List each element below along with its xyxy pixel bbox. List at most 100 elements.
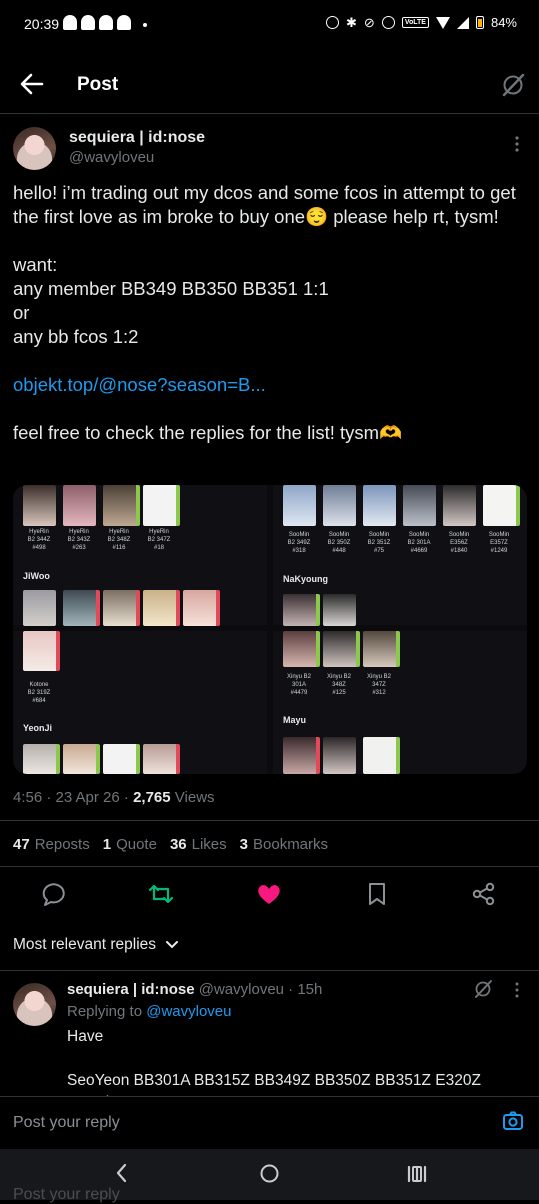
photocard xyxy=(443,485,476,526)
image-panel: HyeRin B2 344Z #498 HyeRin B2 343Z #263 … xyxy=(13,485,267,626)
reposts-stat[interactable]: 47 Reposts xyxy=(13,836,90,853)
battery-percent: 84% xyxy=(490,15,517,30)
photocard xyxy=(23,744,60,774)
grok-icon[interactable] xyxy=(473,979,493,999)
repost-icon[interactable] xyxy=(147,880,175,908)
post-timestamp: 4:56 · 23 Apr 26 · xyxy=(13,789,134,806)
card-caption: Xinyu B2 301A #4479 xyxy=(286,674,311,696)
post-image[interactable]: HyeRin B2 344Z #498 HyeRin B2 343Z #263 … xyxy=(13,485,527,774)
reply-author-name[interactable]: sequiera | id:nose xyxy=(67,981,195,998)
image-panel: Xinyu B2 301A #4479 Xinyu B2 348Z #125 X… xyxy=(273,631,527,774)
bookmarks-count: 3 xyxy=(239,836,248,853)
nav-back-icon[interactable] xyxy=(114,1163,130,1183)
divider xyxy=(0,866,539,867)
avatar[interactable] xyxy=(13,127,56,170)
photocard xyxy=(323,485,356,526)
card-caption: HyeRin B2 343Z #263 xyxy=(67,529,91,551)
bookmarks-stat[interactable]: 3 Bookmarks xyxy=(240,836,328,853)
replies-sort-dropdown[interactable]: Most relevant replies xyxy=(13,936,179,954)
photocard xyxy=(483,485,520,526)
status-time: 20:39 xyxy=(24,16,60,32)
photocard xyxy=(283,631,320,667)
photocard xyxy=(63,590,100,626)
photocard xyxy=(323,737,356,774)
photocard xyxy=(363,485,396,526)
photocard xyxy=(103,485,140,526)
photocard xyxy=(323,594,356,626)
likes-label: Likes xyxy=(191,836,227,853)
card-caption: SooMin E356Z #1840 xyxy=(448,532,470,554)
quotes-stat[interactable]: 1 Quote xyxy=(103,836,157,853)
replying-to-handle[interactable]: @wavyloveu xyxy=(146,1003,231,1020)
card-caption: HyeRin B2 347Z #18 xyxy=(147,529,171,551)
page-title: Post xyxy=(77,74,119,95)
nav-recents-icon[interactable] xyxy=(406,1164,428,1184)
author-handle[interactable]: @wavyloveu xyxy=(69,149,154,166)
reply-input[interactable]: Post your reply xyxy=(13,1114,120,1132)
photocard xyxy=(363,737,400,774)
photocard xyxy=(23,485,56,526)
camera-icon[interactable] xyxy=(502,1110,524,1132)
bookmarks-label: Bookmarks xyxy=(253,836,329,853)
photocard xyxy=(283,485,316,526)
post-stats: 47 Reposts 1 Quote 36 Likes 3 Bookmarks xyxy=(13,836,328,853)
card-caption: SooMin B2 351Z #75 xyxy=(367,532,391,554)
back-arrow-icon[interactable] xyxy=(18,70,46,98)
likes-stat[interactable]: 36 Likes xyxy=(170,836,227,853)
status-bar: 20:39 ✱ ⊘ VoLTE 84% xyxy=(0,0,539,52)
author-name[interactable]: sequiera | id:nose xyxy=(69,129,205,147)
snapchat-icon xyxy=(117,15,131,30)
image-panel: Kotone B2 319Z #684 YeonJi xyxy=(13,631,267,774)
mute-icon: ⊘ xyxy=(363,15,375,30)
more-notifications-dot-icon xyxy=(143,23,147,27)
photocard xyxy=(63,744,100,774)
photocard xyxy=(323,631,360,667)
member-name: YeonJi xyxy=(23,723,53,733)
card-caption: HyeRin B2 344Z #498 xyxy=(27,529,51,551)
reposts-count: 47 xyxy=(13,836,30,853)
like-heart-icon[interactable] xyxy=(255,880,283,908)
member-name: Mayu xyxy=(283,715,307,725)
more-options-icon[interactable] xyxy=(510,136,524,152)
photocard xyxy=(283,737,320,774)
quotes-label: Quote xyxy=(116,836,157,853)
do-not-disturb-icon xyxy=(381,16,395,29)
photocard xyxy=(363,631,400,667)
snapchat-icon xyxy=(81,15,95,30)
photocard xyxy=(183,590,220,626)
reposts-label: Reposts xyxy=(34,836,90,853)
bookmark-icon[interactable] xyxy=(363,880,391,908)
reply-avatar[interactable] xyxy=(13,983,56,1026)
bluetooth-icon: ✱ xyxy=(346,15,357,30)
likes-count: 36 xyxy=(169,836,187,853)
photocard xyxy=(103,744,140,774)
image-panel: SooMin B2 349Z #318 SooMin B2 350Z #448 … xyxy=(273,485,527,626)
photocard xyxy=(283,594,320,626)
photocard xyxy=(143,485,180,526)
share-icon[interactable] xyxy=(470,880,498,908)
card-caption: SooMin E357Z #1249 xyxy=(488,532,510,554)
divider xyxy=(0,820,539,821)
more-options-icon[interactable] xyxy=(512,982,522,998)
post-link[interactable]: objekt.top/@nose?season=B... xyxy=(13,374,266,395)
card-caption: SooMin B2 349Z #318 xyxy=(287,532,311,554)
reply-handle-time[interactable]: @wavyloveu · 15h xyxy=(199,981,323,998)
card-caption: HyeRin B2 348Z #116 xyxy=(107,529,131,551)
card-caption: SooMin B2 301A #4669 xyxy=(407,532,431,554)
post-meta: 4:56 · 23 Apr 26 · 2,765 Views xyxy=(13,789,215,806)
grok-icon[interactable] xyxy=(500,72,526,98)
member-name: JiWoo xyxy=(23,571,50,581)
nav-home-icon[interactable] xyxy=(259,1163,280,1184)
volte-icon: VoLTE xyxy=(401,17,429,28)
photocard xyxy=(403,485,436,526)
chevron-down-icon xyxy=(166,941,179,949)
quotes-count: 1 xyxy=(102,836,112,853)
header-divider xyxy=(0,113,539,114)
photocard xyxy=(63,485,96,526)
card-caption: Xinyu B2 347Z #312 xyxy=(366,674,391,696)
reply-icon[interactable] xyxy=(41,880,69,908)
alarm-icon xyxy=(326,16,340,29)
divider xyxy=(0,970,539,971)
notification-icons xyxy=(63,15,147,30)
photocard xyxy=(143,744,180,774)
